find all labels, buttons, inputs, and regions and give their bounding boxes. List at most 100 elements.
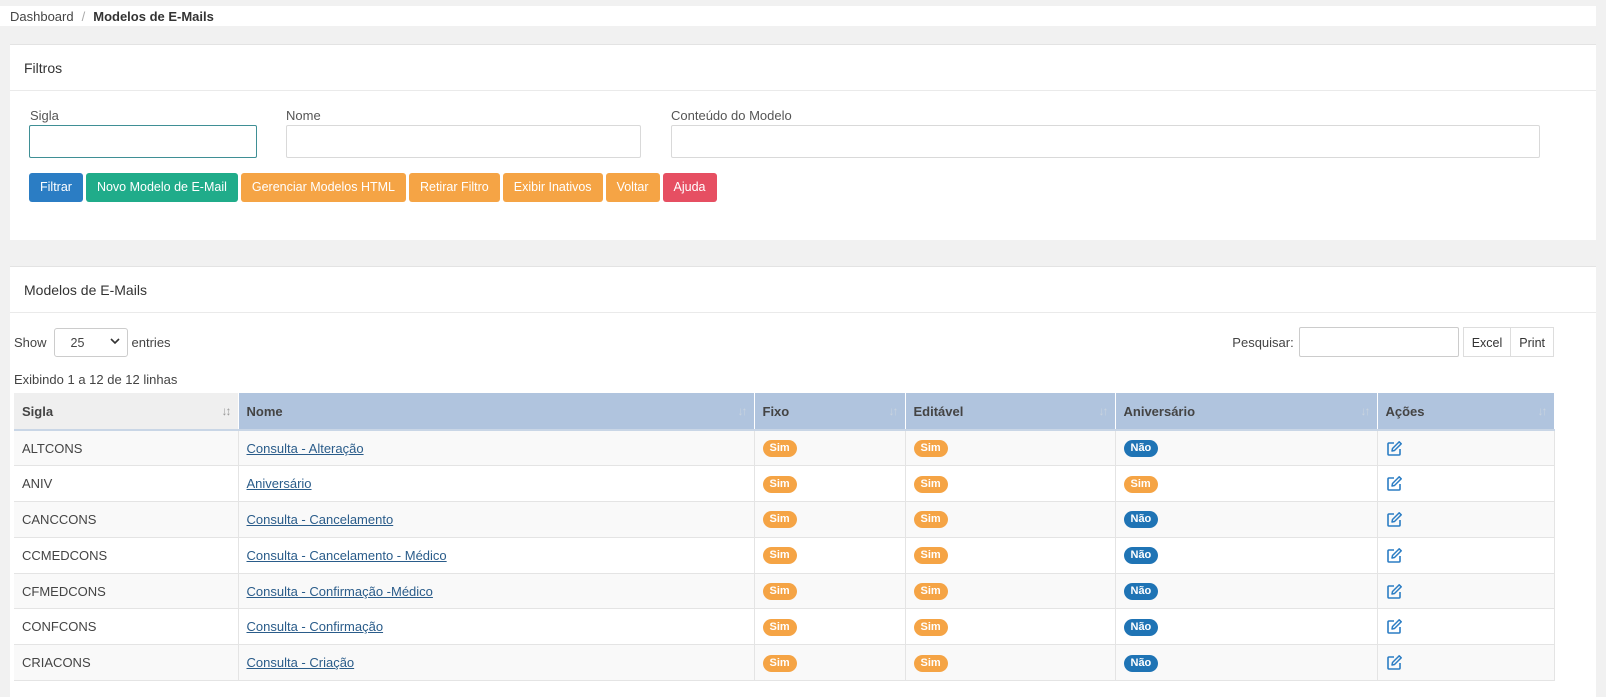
- filters-title: Filtros: [10, 45, 1596, 91]
- table-row: ALTCONS Consulta - Alteração Sim Sim Não: [14, 430, 1555, 467]
- aniversario-badge: Não: [1123, 440, 1159, 458]
- column-header-aniversario[interactable]: Aniversário ↓↑: [1115, 393, 1378, 431]
- breadcrumb: Dashboard / Modelos de E-Mails: [0, 6, 1596, 26]
- voltar-button[interactable]: Voltar: [605, 173, 660, 202]
- edit-icon[interactable]: [1386, 654, 1403, 671]
- cell-acoes: [1377, 537, 1555, 574]
- cell-aniversario: Não: [1115, 573, 1378, 610]
- fixo-badge: Sim: [762, 583, 797, 601]
- column-header-editavel[interactable]: Editável ↓↑: [905, 393, 1116, 431]
- cell-editavel: Sim: [905, 573, 1116, 610]
- sigla-input[interactable]: [29, 125, 257, 158]
- breadcrumb-separator: /: [81, 9, 86, 24]
- entries-label: entries: [131, 335, 171, 350]
- sort-icon: ↓↑: [1537, 404, 1548, 418]
- nome-link[interactable]: Consulta - Criação: [247, 655, 355, 670]
- edit-icon[interactable]: [1386, 618, 1403, 635]
- editavel-badge: Sim: [913, 475, 948, 493]
- retirar-filtro-button[interactable]: Retirar Filtro: [408, 173, 500, 202]
- sigla-label: Sigla: [30, 108, 59, 123]
- breadcrumb-home[interactable]: Dashboard: [10, 9, 74, 24]
- editavel-badge: Sim: [913, 583, 948, 601]
- nome-link[interactable]: Consulta - Cancelamento - Médico: [247, 548, 447, 563]
- nome-link[interactable]: Aniversário: [247, 476, 312, 491]
- nome-link[interactable]: Consulta - Confirmação -Médico: [247, 584, 433, 599]
- cell-editavel: Sim: [905, 644, 1116, 682]
- table-row: ANIV Aniversário Sim Sim Sim: [14, 465, 1555, 503]
- entries-select[interactable]: 25: [53, 328, 128, 357]
- conteudo-input[interactable]: [671, 125, 1540, 158]
- cell-sigla: ALTCONS: [14, 430, 239, 467]
- cell-acoes: [1377, 644, 1555, 682]
- cell-fixo: Sim: [754, 537, 906, 574]
- cell-nome: Consulta - Cancelamento - Médico: [238, 537, 755, 574]
- filtrar-button[interactable]: Filtrar: [29, 173, 83, 202]
- table-row: CONFCONS Consulta - Confirmação Sim Sim Não: [14, 608, 1555, 646]
- nome-input[interactable]: [286, 125, 641, 158]
- editavel-badge: Sim: [913, 618, 948, 636]
- cell-fixo: Sim: [754, 644, 906, 682]
- print-button[interactable]: Print: [1511, 327, 1554, 357]
- edit-icon[interactable]: [1386, 440, 1403, 457]
- cell-aniversario: Não: [1115, 608, 1378, 646]
- models-title: Modelos de E-Mails: [10, 267, 1596, 313]
- aniversario-badge: Não: [1123, 654, 1159, 672]
- cell-fixo: Sim: [754, 573, 906, 610]
- column-header-label: Sigla: [22, 403, 54, 419]
- column-header-fixo[interactable]: Fixo ↓↑: [754, 393, 906, 431]
- cell-acoes: [1377, 573, 1555, 610]
- column-header-acoes[interactable]: Ações ↓↑: [1377, 393, 1555, 431]
- column-header-label: Aniversário: [1123, 403, 1196, 419]
- search-input[interactable]: [1298, 327, 1459, 357]
- filters-panel: Filtros Sigla Nome Conteúdo do Modelo Fi…: [10, 44, 1596, 240]
- models-panel: Modelos de E-Mails Show 25 entries Pesqu…: [10, 266, 1596, 697]
- edit-icon[interactable]: [1386, 511, 1403, 528]
- editavel-badge: Sim: [913, 440, 948, 458]
- fixo-badge: Sim: [762, 511, 797, 529]
- cell-editavel: Sim: [905, 608, 1116, 646]
- table-row: CFMEDCONS Consulta - Confirmação -Médico S…: [14, 573, 1555, 610]
- nome-link[interactable]: Consulta - Alteração: [247, 441, 364, 456]
- excel-button[interactable]: Excel: [1462, 327, 1512, 357]
- conteudo-label: Conteúdo do Modelo: [671, 108, 792, 123]
- fixo-badge: Sim: [762, 547, 797, 565]
- cell-aniversario: Não: [1115, 644, 1378, 682]
- exibir-inativos-button[interactable]: Exibir Inativos: [502, 173, 603, 202]
- gerenciar-modelos-html-button[interactable]: Gerenciar Modelos HTML: [240, 173, 406, 202]
- cell-aniversario: Sim: [1115, 465, 1378, 503]
- models-table: Sigla ↓↕ Nome ↓↑ Fixo ↓↑ Editável ↓↑ Anivers…: [14, 393, 1555, 682]
- cell-editavel: Sim: [905, 537, 1116, 574]
- sort-icon: ↓↑: [1098, 404, 1109, 418]
- cell-aniversario: Não: [1115, 537, 1378, 574]
- column-header-sigla[interactable]: Sigla ↓↕: [14, 393, 239, 431]
- search-label: Pesquisar:: [1232, 334, 1294, 350]
- show-label: Show: [14, 335, 47, 350]
- column-header-nome[interactable]: Nome ↓↑: [238, 393, 755, 431]
- table-row: CANCCONS Consulta - Cancelamento Sim Sim Não: [14, 501, 1555, 538]
- cell-nome: Consulta - Confirmação -Médico: [238, 573, 755, 610]
- table-header-row: Sigla ↓↕ Nome ↓↑ Fixo ↓↑ Editável ↓↑ Anivers…: [14, 393, 1555, 431]
- cell-editavel: Sim: [905, 430, 1116, 467]
- search-control: Pesquisar: Excel Print: [1232, 327, 1554, 357]
- edit-icon[interactable]: [1386, 547, 1403, 564]
- aniversario-badge: Não: [1123, 618, 1159, 636]
- editavel-badge: Sim: [913, 511, 948, 529]
- editavel-badge: Sim: [913, 547, 948, 565]
- fixo-badge: Sim: [762, 475, 797, 493]
- fixo-badge: Sim: [762, 654, 797, 672]
- aniversario-badge: Sim: [1123, 475, 1158, 493]
- novo-modelo-button[interactable]: Novo Modelo de E-Mail: [85, 173, 238, 202]
- column-header-label: Nome: [246, 403, 283, 419]
- nome-link[interactable]: Consulta - Confirmação: [247, 619, 384, 634]
- cell-aniversario: Não: [1115, 501, 1378, 538]
- cell-nome: Consulta - Confirmação: [238, 608, 755, 646]
- nome-link[interactable]: Consulta - Cancelamento: [247, 512, 394, 527]
- ajuda-button[interactable]: Ajuda: [662, 173, 717, 202]
- cell-acoes: [1377, 430, 1555, 467]
- edit-icon[interactable]: [1386, 583, 1403, 600]
- breadcrumb-current: Modelos de E-Mails: [93, 9, 214, 24]
- aniversario-badge: Não: [1123, 511, 1159, 529]
- edit-icon[interactable]: [1386, 475, 1403, 492]
- chevron-down-icon: [109, 337, 120, 348]
- table-info: Exibindo 1 a 12 de 12 linhas: [14, 372, 178, 387]
